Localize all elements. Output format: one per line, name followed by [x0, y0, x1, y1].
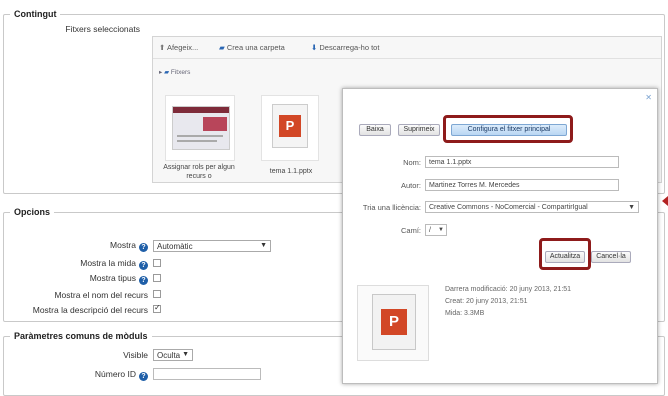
help-icon[interactable]: ?: [139, 243, 148, 252]
path-arrow-icon: ▸: [159, 69, 163, 76]
chevron-down-icon: ▼: [260, 242, 267, 249]
highlight-update-button: [539, 238, 591, 270]
arrow-marker: [662, 196, 668, 206]
section-contingut-legend[interactable]: Contingut: [10, 9, 61, 19]
id-number-label: Número ID?: [20, 369, 148, 381]
help-icon[interactable]: ?: [139, 261, 148, 270]
visible-label: Visible: [123, 350, 148, 360]
powerpoint-file-icon: P: [272, 104, 308, 148]
chevron-down-icon: ▼: [628, 204, 635, 211]
path-select[interactable]: / ▼: [425, 224, 447, 236]
modified-date: Darrera modificació: 20 juny 2013, 21:51: [445, 286, 572, 293]
close-icon[interactable]: ✕: [645, 93, 652, 102]
show-size-checkbox[interactable]: [153, 259, 161, 267]
file-manager-path[interactable]: ▸ ▰ Fitxers: [159, 68, 190, 76]
chevron-down-icon: ▼: [438, 227, 444, 233]
section-opcions-legend[interactable]: Opcions: [10, 207, 55, 217]
id-number-input[interactable]: [153, 368, 261, 380]
add-file-button[interactable]: ⬆ Afegeix...: [159, 43, 198, 52]
file-name-assignar[interactable]: Assignar rols per algun recurs o: [159, 163, 239, 181]
highlight-main-file-button: [443, 115, 573, 143]
license-label: Tria una llicència:: [362, 203, 421, 212]
section-parametres-legend[interactable]: Paràmetres comuns de mòduls: [10, 331, 152, 341]
created-date: Creat: 20 juny 2013, 21:51: [445, 298, 528, 305]
license-select[interactable]: Creative Commons - NoComercial - Compart…: [425, 201, 639, 213]
show-description-label: Mostra la descripció del recurs: [32, 305, 148, 315]
help-icon[interactable]: ?: [139, 276, 148, 285]
add-file-icon: ⬆: [159, 43, 166, 52]
help-icon[interactable]: ?: [139, 372, 148, 381]
chevron-down-icon: ▼: [182, 351, 189, 358]
author-label: Autor:: [400, 181, 421, 190]
file-thumbnail-assignar[interactable]: [165, 95, 235, 161]
selected-files-label: Fitxers seleccionats: [65, 24, 140, 34]
file-thumbnail-tema[interactable]: P: [261, 95, 319, 161]
file-details-dialog: ✕ Baixa Suprimeix Configura el fitxer pr…: [342, 88, 658, 384]
create-folder-button[interactable]: ▰ Crea una carpeta: [219, 43, 285, 52]
delete-button[interactable]: Suprimeix: [398, 124, 440, 136]
file-size: Mida: 3.3MB: [445, 310, 485, 317]
show-type-label: Mostra tipus?: [20, 273, 148, 285]
download-icon: ⬇: [311, 43, 318, 52]
folder-icon: ▰: [219, 43, 225, 52]
name-input[interactable]: tema 1.1.pptx: [425, 156, 619, 168]
file-preview: P: [357, 285, 429, 361]
name-label: Nom:: [403, 158, 421, 167]
screenshot-preview-image: [172, 106, 230, 150]
visible-select[interactable]: Oculta ▼: [153, 349, 193, 361]
path-folder-icon: ▰: [164, 69, 170, 76]
page: Contingut Fitxers seleccionats ⬆ Afegeix…: [0, 0, 668, 396]
show-name-label: Mostra el nom del recurs: [54, 290, 148, 300]
show-description-checkbox[interactable]: [153, 303, 161, 313]
file-name-tema[interactable]: tema 1.1.pptx: [251, 167, 331, 176]
download-button[interactable]: Baixa: [359, 124, 391, 136]
author-input[interactable]: Martinez Torres M. Mercedes: [425, 179, 619, 191]
show-name-checkbox[interactable]: [153, 290, 161, 298]
display-label: Mostra?: [20, 240, 148, 252]
download-all-button[interactable]: ⬇ Descarrega-ho tot: [311, 43, 379, 52]
file-manager-toolbar: ⬆ Afegeix... ▰ Crea una carpeta ⬇ Descar…: [153, 37, 661, 59]
powerpoint-file-icon: P: [372, 294, 416, 350]
show-type-checkbox[interactable]: [153, 274, 161, 282]
path-label: Camí:: [400, 226, 421, 235]
cancel-button[interactable]: Cancel·la: [591, 251, 631, 263]
display-select[interactable]: Automàtic ▼: [153, 240, 271, 252]
show-size-label: Mostra la mida?: [20, 258, 148, 270]
